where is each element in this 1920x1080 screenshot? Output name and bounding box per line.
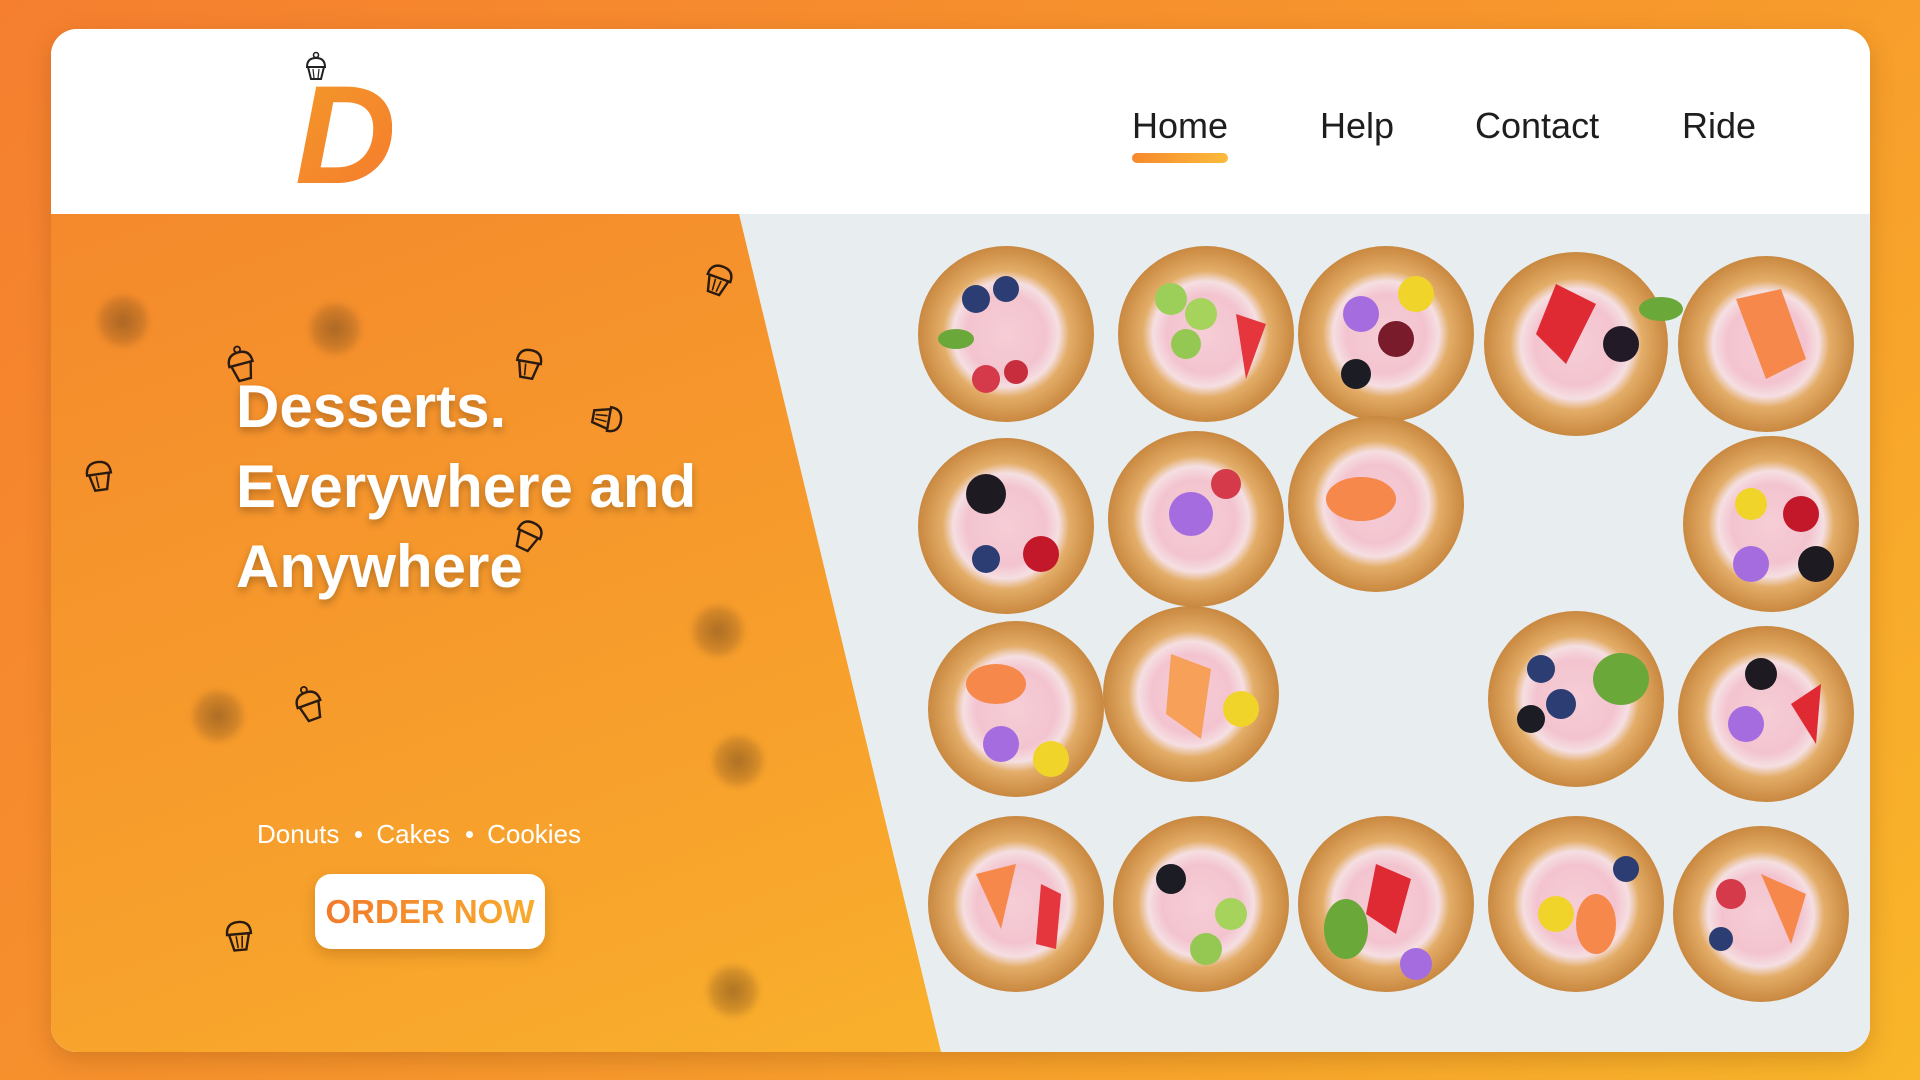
category-cakes: Cakes [376,819,451,849]
cupcake-icon [85,460,113,492]
brand-logo[interactable]: D [239,49,409,209]
nav-item-label: Contact [1475,105,1600,146]
category-cookies: Cookies [487,819,582,849]
blurred-cupcake-decoration [96,294,150,348]
separator-dot [355,831,363,838]
category-list: Donuts Cakes Cookies [257,819,581,850]
nav-item-home[interactable]: Home [1132,105,1229,163]
logo-letter: D [295,56,396,213]
nav-item-ride[interactable]: Ride [1682,105,1756,147]
hero-section: Desserts. Everywhere and Anywhere Donuts… [51,214,1870,1052]
hero-title-line: Everywhere and [236,453,697,520]
blurred-cupcake-decoration [711,734,765,788]
category-donuts: Donuts [257,819,340,849]
blurred-cupcake-decoration [308,302,362,356]
nav-item-help[interactable]: Help [1320,105,1394,147]
hero-title: Desserts. Everywhere and Anywhere [236,367,796,607]
separator-dot [466,831,474,838]
nav-item-label: Help [1320,105,1395,146]
site-header: D Home Help Contact Ride [51,29,1870,214]
page-card: D Home Help Contact Ride Desserts. Every… [51,29,1870,1052]
nav-item-label: Home [1132,105,1229,146]
blurred-cupcake-decoration [191,689,245,743]
nav-item-contact[interactable]: Contact [1475,105,1599,147]
nav-item-label: Ride [1682,105,1757,146]
order-now-button[interactable]: ORDER NOW [315,874,545,949]
hero-title-line: Anywhere [236,533,523,600]
active-nav-indicator [1132,153,1229,163]
blurred-cupcake-decoration [706,964,760,1018]
order-now-label: ORDER NOW [325,893,535,930]
hero-title-line: Desserts. [236,373,507,440]
blurred-cupcake-decoration [691,604,745,658]
cupcake-icon [225,920,253,952]
